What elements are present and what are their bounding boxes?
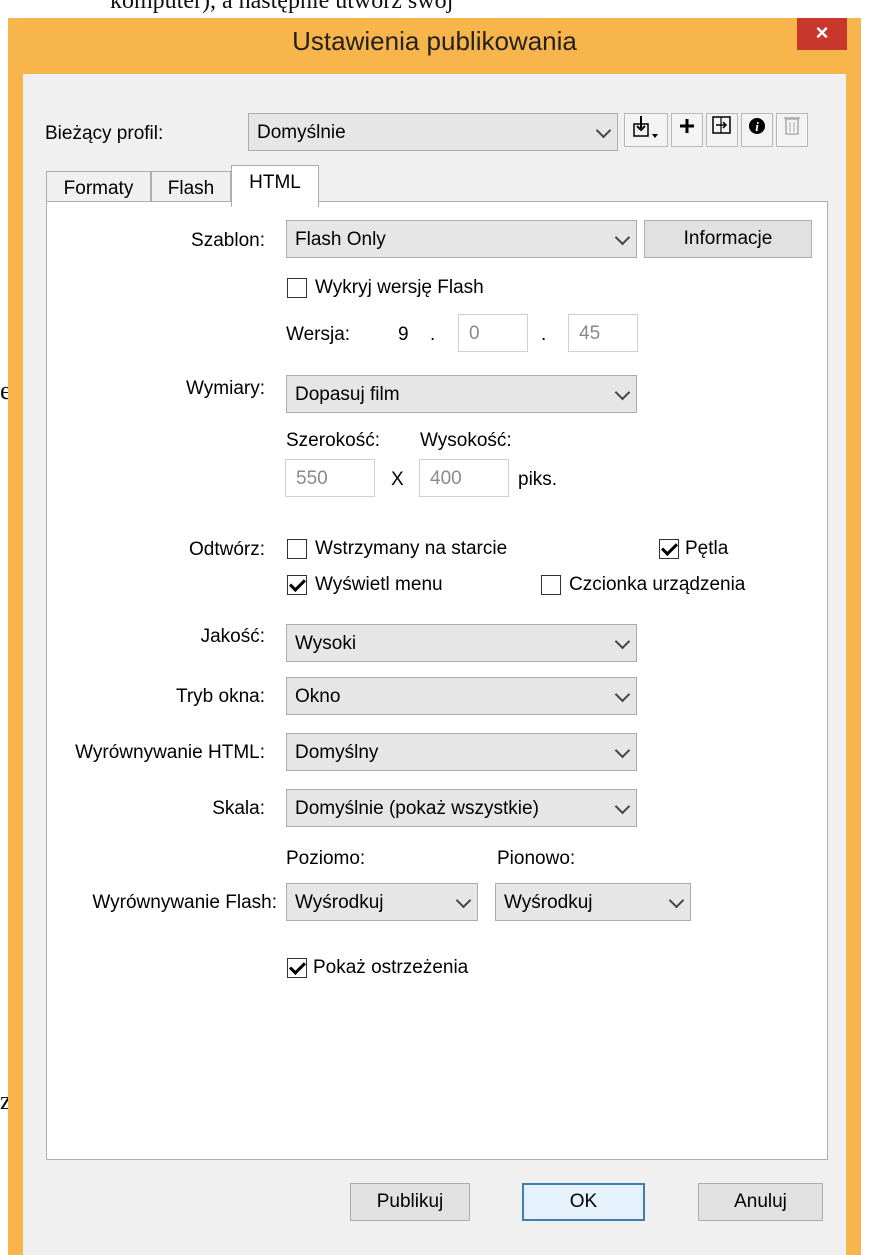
- height-label: Wysokość:: [420, 430, 512, 451]
- html-alignment-select[interactable]: Domyślny: [286, 733, 637, 771]
- html-alignment-value: Domyślny: [295, 742, 379, 763]
- vertical-alignment-select[interactable]: Wyśrodkuj: [495, 883, 691, 921]
- template-select[interactable]: Flash Only: [286, 220, 637, 258]
- quality-label: Jakość:: [200, 626, 265, 647]
- width-label: Szerokość:: [286, 430, 380, 451]
- version-separator: .: [541, 324, 547, 345]
- width-field[interactable]: 550: [285, 459, 375, 497]
- html-alignment-label: Wyrównywanie HTML:: [75, 742, 265, 763]
- horizontal-alignment-value: Wyśrodkuj: [295, 892, 384, 913]
- vertical-label: Pionowo:: [497, 848, 576, 869]
- background-text: komputer), a następnie utwórz swój: [110, 0, 454, 14]
- chevron-down-icon: [614, 684, 631, 705]
- profile-info-icon[interactable]: i: [741, 113, 773, 147]
- horizontal-alignment-select[interactable]: Wyśrodkuj: [286, 883, 478, 921]
- flash-alignment-label: Wyrównywanie Flash:: [92, 892, 277, 913]
- dimensions-value: Dopasuj film: [295, 384, 400, 405]
- publish-button[interactable]: Publikuj: [350, 1183, 470, 1221]
- chevron-down-icon: [614, 740, 631, 761]
- detect-flash-checkbox[interactable]: [287, 278, 307, 298]
- tab-flash[interactable]: Flash: [151, 171, 231, 205]
- version-separator: .: [430, 324, 436, 345]
- quality-select[interactable]: Wysoki: [286, 624, 637, 662]
- version-revision-field[interactable]: 45: [568, 314, 638, 352]
- window-mode-select[interactable]: Okno: [286, 677, 637, 715]
- device-font-checkbox[interactable]: [541, 575, 561, 595]
- ok-button[interactable]: OK: [522, 1183, 645, 1221]
- cancel-button[interactable]: Anuluj: [698, 1183, 823, 1221]
- show-warnings-checkbox[interactable]: [287, 958, 307, 978]
- trash-icon[interactable]: [776, 113, 808, 147]
- chevron-down-icon: [614, 631, 631, 652]
- add-profile-icon[interactable]: [671, 113, 703, 147]
- import-export-profile-icon[interactable]: [624, 113, 668, 147]
- info-button[interactable]: Informacje: [644, 220, 812, 258]
- show-warnings-label: Pokaż ostrzeżenia: [313, 957, 469, 978]
- pixels-unit-label: piks.: [518, 469, 558, 490]
- profile-label: Bieżący profil:: [45, 123, 164, 144]
- version-label: Wersja:: [286, 324, 351, 345]
- display-menu-checkbox[interactable]: [287, 575, 307, 595]
- loop-checkbox[interactable]: [659, 539, 679, 559]
- chevron-down-icon: [455, 890, 472, 911]
- publish-settings-dialog: Ustawienia publikowania × Bieżący profil…: [8, 18, 861, 1255]
- tab-formats[interactable]: Formaty: [46, 171, 151, 205]
- version-major: 9: [398, 324, 409, 345]
- loop-label: Pętla: [685, 538, 729, 559]
- chevron-down-icon: [668, 890, 685, 911]
- vertical-alignment-value: Wyśrodkuj: [504, 892, 593, 913]
- scale-label: Skala:: [212, 798, 265, 819]
- close-button[interactable]: ×: [797, 18, 847, 50]
- profile-value: Domyślnie: [257, 122, 346, 143]
- device-font-label: Czcionka urządzenia: [569, 574, 746, 595]
- paused-at-start-label: Wstrzymany na starcie: [315, 538, 508, 559]
- template-value: Flash Only: [295, 229, 386, 250]
- playback-label: Odtwórz:: [188, 539, 265, 560]
- dialog-title: Ustawienia publikowania: [292, 26, 577, 56]
- horizontal-label: Poziomo:: [286, 848, 366, 869]
- detect-flash-label: Wykryj wersję Flash: [315, 277, 484, 298]
- height-field[interactable]: 400: [419, 459, 509, 497]
- duplicate-profile-icon[interactable]: [706, 113, 738, 147]
- template-label: Szablon:: [191, 230, 265, 251]
- chevron-down-icon: [614, 382, 631, 403]
- dimensions-select[interactable]: Dopasuj film: [286, 375, 637, 413]
- window-mode-label: Tryb okna:: [175, 686, 265, 707]
- chevron-down-icon: [614, 796, 631, 817]
- dimension-x-separator: X: [391, 469, 404, 490]
- tab-html[interactable]: HTML: [231, 165, 319, 207]
- quality-value: Wysoki: [295, 633, 357, 654]
- dimensions-label: Wymiary:: [186, 378, 265, 399]
- version-minor-field[interactable]: 0: [458, 314, 528, 352]
- scale-select[interactable]: Domyślnie (pokaż wszystkie): [286, 789, 637, 827]
- profile-select[interactable]: Domyślnie: [248, 113, 618, 151]
- scale-value: Domyślnie (pokaż wszystkie): [295, 798, 539, 819]
- window-mode-value: Okno: [295, 686, 341, 707]
- chevron-down-icon: [595, 120, 612, 141]
- display-menu-label: Wyświetl menu: [315, 574, 443, 595]
- chevron-down-icon: [614, 227, 631, 248]
- paused-at-start-checkbox[interactable]: [287, 539, 307, 559]
- title-bar[interactable]: Ustawienia publikowania ×: [8, 18, 861, 74]
- svg-text:i: i: [755, 119, 759, 134]
